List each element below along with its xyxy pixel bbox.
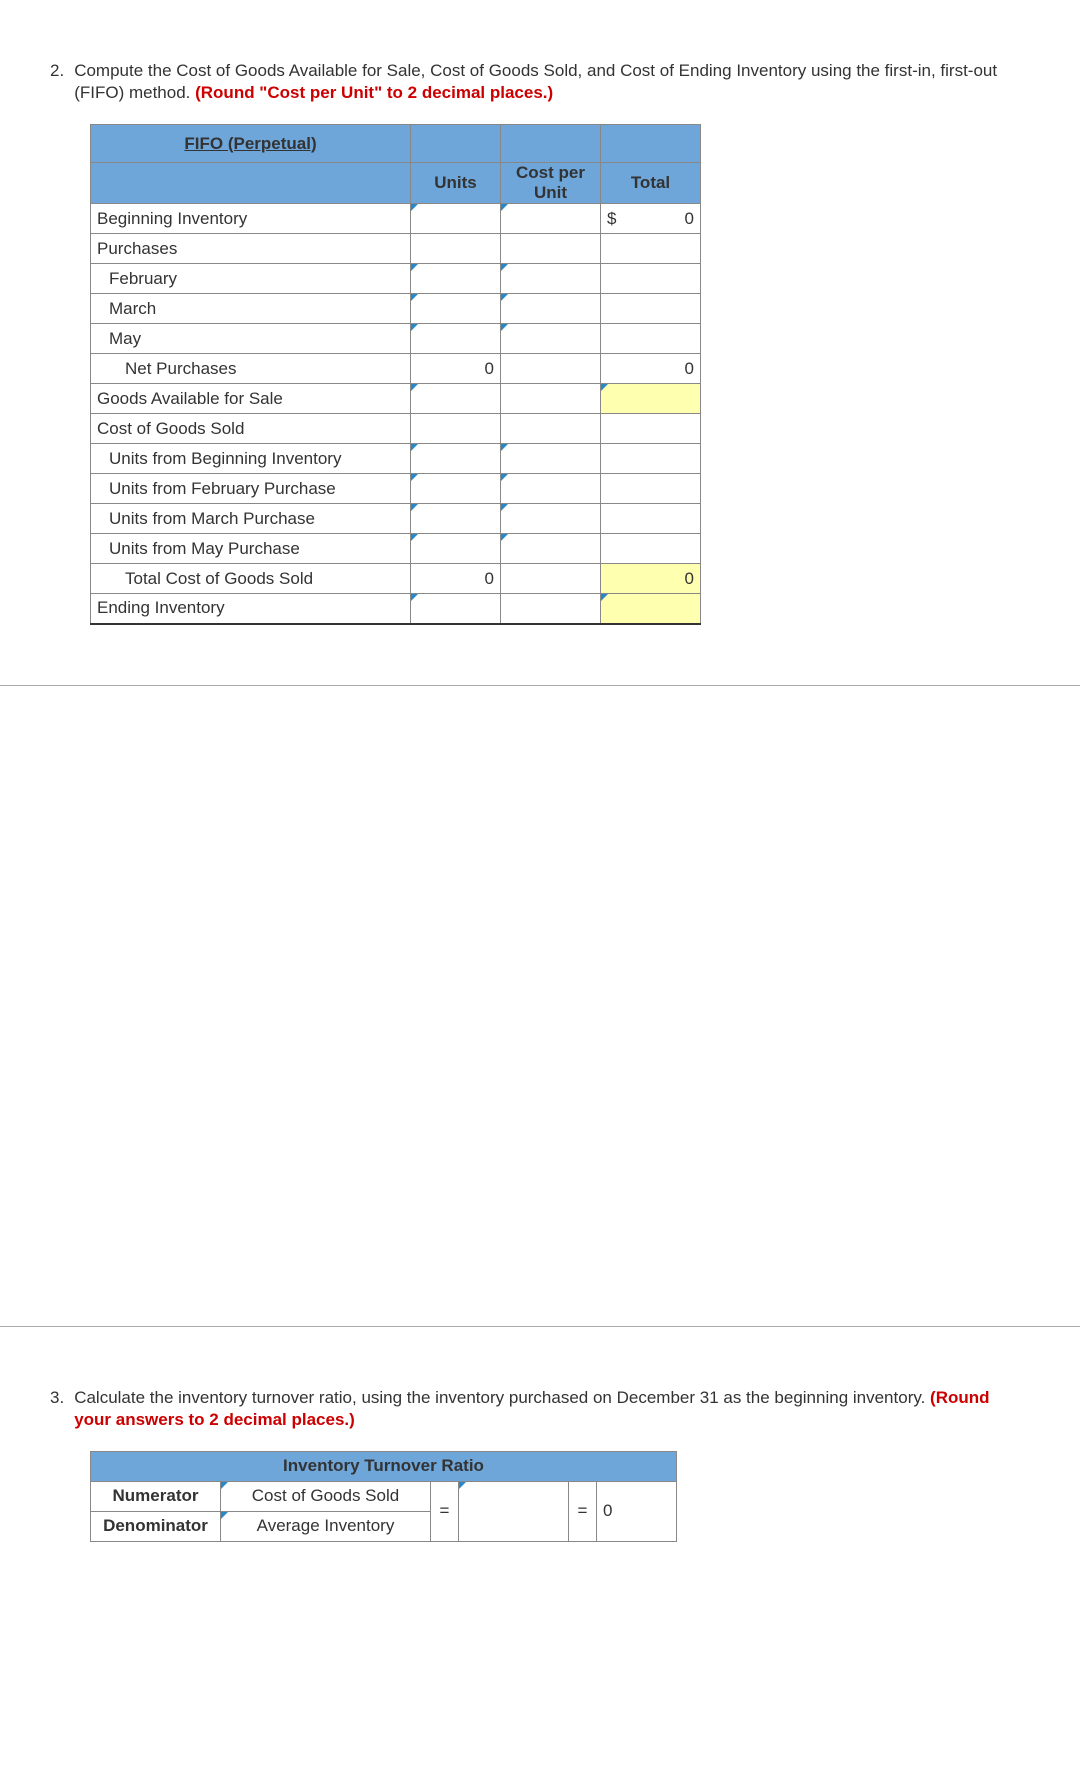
units-cell: 0 — [411, 354, 501, 384]
total-cell — [601, 474, 701, 504]
q3-text: Calculate the inventory turnover ratio, … — [74, 1387, 1030, 1431]
row-ending-inventory: Ending Inventory — [91, 594, 411, 624]
cpu-input[interactable] — [501, 294, 601, 324]
numerator-desc[interactable]: Cost of Goods Sold — [221, 1481, 431, 1511]
cpu-cell — [501, 414, 601, 444]
cpu-input[interactable] — [501, 474, 601, 504]
cpu-input[interactable] — [501, 324, 601, 354]
question-2: 2. Compute the Cost of Goods Available f… — [50, 60, 1030, 104]
numerator-label: Numerator — [91, 1481, 221, 1511]
fifo-table: FIFO (Perpetual) Units Cost per Unit Tot… — [90, 124, 701, 625]
header-cpu: Cost per Unit — [501, 163, 601, 204]
total-cell — [601, 264, 701, 294]
ratio-value-input[interactable] — [459, 1481, 569, 1541]
cpu-input[interactable] — [501, 204, 601, 234]
units-input[interactable] — [411, 204, 501, 234]
fifo-title: FIFO (Perpetual) — [91, 125, 411, 163]
cpu-input[interactable] — [501, 504, 601, 534]
row-total-cogs: Total Cost of Goods Sold — [91, 564, 411, 594]
units-input[interactable] — [411, 324, 501, 354]
cpu-cell — [501, 384, 601, 414]
units-input[interactable] — [411, 294, 501, 324]
cpu-input[interactable] — [501, 444, 601, 474]
units-input[interactable] — [411, 594, 501, 624]
blank-header — [91, 163, 411, 204]
units-input[interactable] — [411, 444, 501, 474]
row-from-beginning: Units from Beginning Inventory — [91, 444, 411, 474]
total-cell — [601, 534, 701, 564]
total-cell: 0 — [601, 354, 701, 384]
units-input[interactable] — [411, 534, 501, 564]
blank-header — [501, 125, 601, 163]
units-input[interactable] — [411, 504, 501, 534]
q2-text: Compute the Cost of Goods Available for … — [74, 60, 1030, 104]
row-from-may: Units from May Purchase — [91, 534, 411, 564]
cpu-cell — [501, 354, 601, 384]
equals-sign: = — [431, 1481, 459, 1541]
row-purchases: Purchases — [91, 234, 411, 264]
ratio-result: 0 — [597, 1481, 677, 1541]
equals-sign: = — [569, 1481, 597, 1541]
total-cell — [601, 324, 701, 354]
row-from-march: Units from March Purchase — [91, 504, 411, 534]
header-units: Units — [411, 163, 501, 204]
denominator-desc[interactable]: Average Inventory — [221, 1511, 431, 1541]
units-cell — [411, 414, 501, 444]
separator — [0, 685, 1080, 686]
row-goods-available: Goods Available for Sale — [91, 384, 411, 414]
cpu-cell — [501, 594, 601, 624]
q3-number: 3. — [50, 1387, 64, 1431]
question-3: 3. Calculate the inventory turnover rati… — [50, 1387, 1030, 1431]
q3-text-main: Calculate the inventory turnover ratio, … — [74, 1388, 930, 1407]
header-total: Total — [601, 163, 701, 204]
separator — [0, 1326, 1080, 1327]
ratio-title: Inventory Turnover Ratio — [91, 1451, 677, 1481]
q2-text-red: (Round "Cost per Unit" to 2 decimal plac… — [195, 83, 553, 102]
units-input[interactable] — [411, 384, 501, 414]
units-input[interactable] — [411, 264, 501, 294]
row-february: February — [91, 264, 411, 294]
units-cell — [411, 234, 501, 264]
row-cogs: Cost of Goods Sold — [91, 414, 411, 444]
total-cell — [601, 444, 701, 474]
row-beginning-inventory: Beginning Inventory — [91, 204, 411, 234]
blank-header — [601, 125, 701, 163]
total-input[interactable] — [601, 594, 701, 624]
row-net-purchases: Net Purchases — [91, 354, 411, 384]
q2-number: 2. — [50, 60, 64, 104]
total-cell: 0 — [601, 564, 701, 594]
units-input[interactable] — [411, 474, 501, 504]
units-cell: 0 — [411, 564, 501, 594]
blank-header — [411, 125, 501, 163]
ratio-table: Inventory Turnover Ratio Numerator Cost … — [90, 1451, 677, 1542]
total-input[interactable] — [601, 384, 701, 414]
total-cell: $0 — [601, 204, 701, 234]
cpu-cell — [501, 234, 601, 264]
total-cell — [601, 414, 701, 444]
denominator-label: Denominator — [91, 1511, 221, 1541]
total-cell — [601, 234, 701, 264]
cpu-input[interactable] — [501, 534, 601, 564]
cpu-input[interactable] — [501, 264, 601, 294]
row-march: March — [91, 294, 411, 324]
row-may: May — [91, 324, 411, 354]
cpu-cell — [501, 564, 601, 594]
total-cell — [601, 504, 701, 534]
row-from-february: Units from February Purchase — [91, 474, 411, 504]
total-cell — [601, 294, 701, 324]
